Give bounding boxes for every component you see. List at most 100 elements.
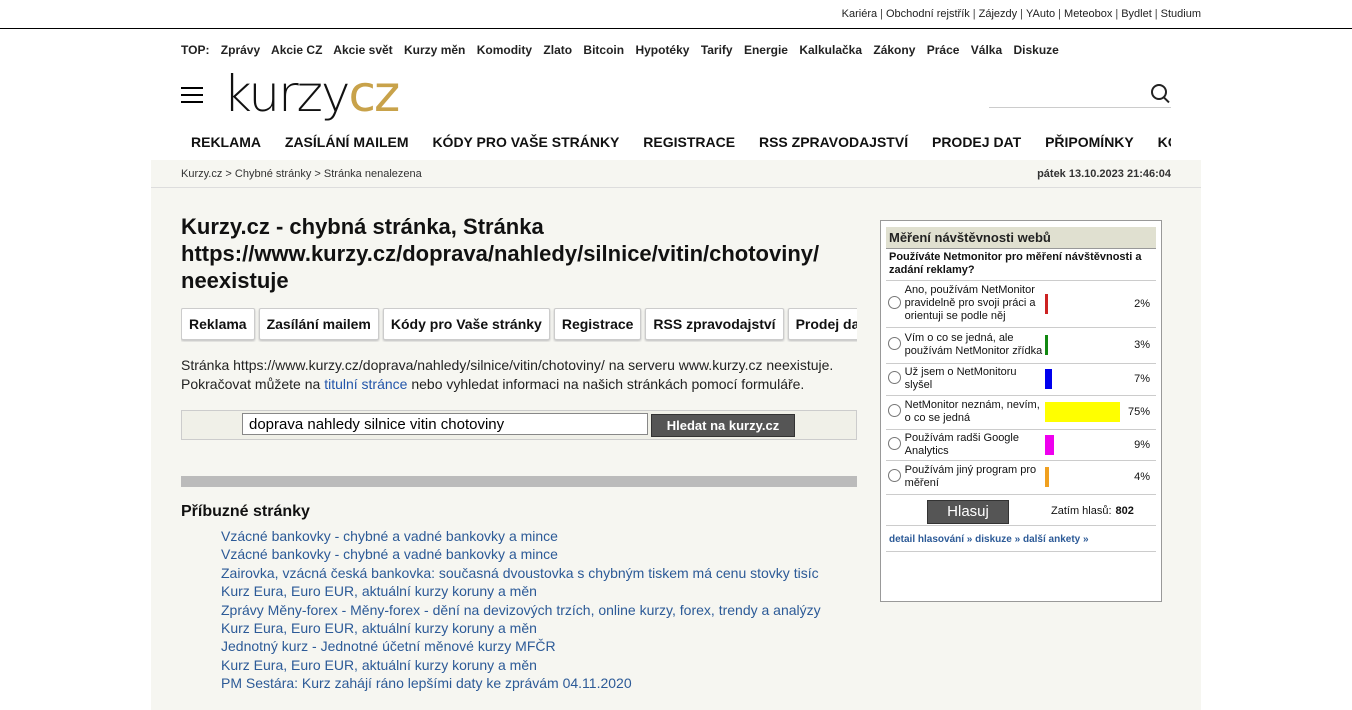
search-input[interactable] [242,413,648,435]
top-link-obchodni-rejstrik[interactable]: Obchodní rejstřík [886,8,970,20]
related-link[interactable]: Kurz Eura, Euro EUR, aktuální kurzy koru… [221,657,537,673]
related-link[interactable]: Zprávy Měny-forex - Měny-forex - dění na… [221,602,821,618]
radio-button[interactable] [888,404,902,417]
related-link[interactable]: Kurz Eura, Euro EUR, aktuální kurzy koru… [221,620,537,636]
related-link[interactable]: PM Sestára: Kurz zahájí ráno lepšími dat… [221,675,632,691]
radio-button[interactable] [888,371,902,384]
top-nav-item[interactable]: Zákony [873,43,915,57]
main-nav-item[interactable]: RSS ZPRAVODAJSTVÍ [759,127,908,157]
top-nav-item[interactable]: Tarify [701,43,733,57]
top-link-zajezdy[interactable]: Zájezdy [979,8,1018,20]
page-title: Kurzy.cz - chybná stránka, Stránka https… [181,213,857,294]
list-item: Kurz Eura, Euro EUR, aktuální kurzy koru… [221,656,857,674]
top-link-kariera[interactable]: Kariéra [842,8,877,20]
error-message: Stránka https://www.kurzy.cz/doprava/nah… [181,356,857,394]
site-logo[interactable]: kurzycz [223,69,400,119]
poll-option[interactable]: Už jsem o NetMonitoru slyšel 7% [886,363,1156,396]
poll-widget: Měření návštěvnosti webů Používáte Netmo… [880,220,1162,602]
main-nav-item[interactable]: PRODEJ DAT [932,127,1021,157]
page-title-line: neexistuje [181,268,289,293]
breadcrumb-item[interactable]: Chybné stránky [235,168,311,180]
top-link-bydlet[interactable]: Bydlet [1121,8,1152,20]
top-nav-item[interactable]: Zprávy [221,43,260,57]
poll-detail-link[interactable]: detail hlasování » [889,534,972,545]
top-nav-item[interactable]: Bitcoin [583,43,624,57]
poll-option-percent: 4% [1123,460,1156,495]
main-nav-item[interactable]: KÓDY PRO VAŠE STRÁNKY [432,127,619,157]
related-link[interactable]: Zairovka, vzácná česká bankovka: současn… [221,565,819,581]
poll-more-link[interactable]: další ankety » [1023,534,1089,545]
related-link[interactable]: Vzácné bankovky - chybné a vadné bankovk… [221,546,558,562]
homepage-link[interactable]: titulní stránce [324,376,407,392]
breadcrumb-item[interactable]: Kurzy.cz [181,168,222,180]
main-nav-item[interactable]: REKLAMA [191,127,261,157]
top-link-studium[interactable]: Studium [1161,8,1201,20]
related-link[interactable]: Kurz Eura, Euro EUR, aktuální kurzy koru… [221,583,537,599]
top-nav-item[interactable]: Diskuze [1013,43,1058,57]
list-item: Kurz Eura, Euro EUR, aktuální kurzy koru… [221,582,857,600]
top-links: Kariéra | Obchodní rejstřík | Zájezdy | YAuto |… [841,8,1201,20]
list-item: Zairovka, vzácná česká bankovka: současn… [221,564,857,582]
poll-option-percent: 2% [1123,281,1156,328]
mail-button[interactable]: Zasílání mailem [258,308,379,340]
poll-option[interactable]: NetMonitor neznám, nevím, o co se jedná 7… [886,395,1156,430]
top-nav-item[interactable]: Kalkulačka [799,43,862,57]
radio-button[interactable] [888,337,902,350]
poll-option-bar [1044,335,1048,355]
poll-question: Používáte Netmonitor pro měření návštěvn… [886,249,1156,281]
top-nav-item[interactable]: Práce [927,43,960,57]
related-link[interactable]: Vzácné bankovky - chybné a vadné bankovk… [221,528,558,544]
poll-option-bar-cell [1043,460,1124,495]
list-item: Vzácné bankovky - chybné a vadné bankovk… [221,527,857,545]
top-nav-item[interactable]: Kurzy měn [404,43,465,57]
logo-part-kurzy: kurzy [223,65,350,123]
rss-button[interactable]: RSS zpravodajství [645,308,784,340]
registration-button[interactable]: Registrace [553,308,642,340]
top-nav-item[interactable]: Zlato [543,43,572,57]
poll-links: detail hlasování » diskuze » další anket… [886,526,1156,552]
search-icon[interactable] [1151,84,1167,100]
codes-button[interactable]: Kódy pro Vaše stránky [382,308,550,340]
breadcrumb: Kurzy.cz > Chybné stránky > Stránka nena… [181,168,422,180]
main-nav-item[interactable]: KONTAKTY [1158,127,1171,157]
top-strip: Kariéra | Obchodní rejstřík | Zájezdy | YAuto |… [0,0,1352,29]
poll-option[interactable]: Vím o co se jedná, ale používám NetMonit… [886,327,1156,364]
data-sale-button[interactable]: Prodej dat [787,308,857,340]
related-link[interactable]: Jednotný kurz - Jednotné účetní měnové k… [221,638,556,654]
radio-button[interactable] [888,295,902,309]
poll-option-bar [1044,293,1048,314]
poll-option[interactable]: Používám jiný program pro měření 4% [886,460,1156,495]
poll-options: Ano, používám NetMonitor pravidelně pro … [886,281,1156,495]
top-nav-item[interactable]: Hypotéky [635,43,689,57]
divider [151,187,1201,188]
top-nav-item[interactable]: Akcie svět [333,43,392,57]
main-nav-item[interactable]: PŘIPOMÍNKY [1045,127,1134,157]
hamburger-menu-icon[interactable] [181,87,203,105]
top-nav-item[interactable]: Akcie CZ [271,43,322,57]
poll-option[interactable]: Ano, používám NetMonitor pravidelně pro … [886,281,1156,328]
breadcrumb-sep: > [222,168,235,180]
error-message-text: nebo vyhledat informaci na našich stránk… [407,376,805,392]
poll-vote-area: Hlasuj Zatím hlasů: 802 [886,495,1156,526]
search-submit-button[interactable]: Hledat na kurzy.cz [651,414,795,437]
radio-button[interactable] [888,469,902,482]
poll-option-radio-cell [886,363,904,396]
poll-title: Měření návštěvnosti webů [886,227,1156,249]
related-title: Příbuzné stránky [181,503,310,520]
top-nav-item[interactable]: Komodity [477,43,532,57]
section-divider [181,476,857,487]
top-nav-item[interactable]: Válka [971,43,1002,57]
header-search-field[interactable] [989,81,1171,108]
reklama-button[interactable]: Reklama [181,308,255,340]
poll-option-percent: 9% [1123,429,1156,461]
poll-option-bar-cell [1043,363,1124,396]
top-link-meteobox[interactable]: Meteobox [1064,8,1112,20]
poll-option[interactable]: Používám radši Google Analytics 9% [886,429,1156,461]
top-link-yauto[interactable]: YAuto [1026,8,1055,20]
main-nav-item[interactable]: ZASÍLÁNÍ MAILEM [285,127,409,157]
vote-button[interactable]: Hlasuj [927,499,1009,524]
top-nav-item[interactable]: Energie [744,43,788,57]
main-nav-item[interactable]: REGISTRACE [643,127,735,157]
radio-button[interactable] [888,436,902,450]
poll-discussion-link[interactable]: diskuze » [975,534,1020,545]
